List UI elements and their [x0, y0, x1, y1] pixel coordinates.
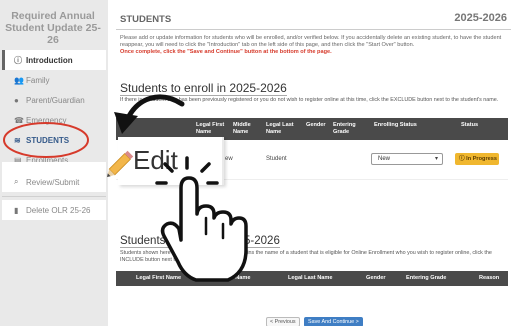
curved-arrow-icon — [114, 94, 185, 134]
pencil-icon — [107, 150, 134, 177]
annotation-overlay — [3, 94, 248, 282]
highlight-circle — [3, 122, 89, 158]
hand-pointer-icon — [160, 176, 248, 282]
